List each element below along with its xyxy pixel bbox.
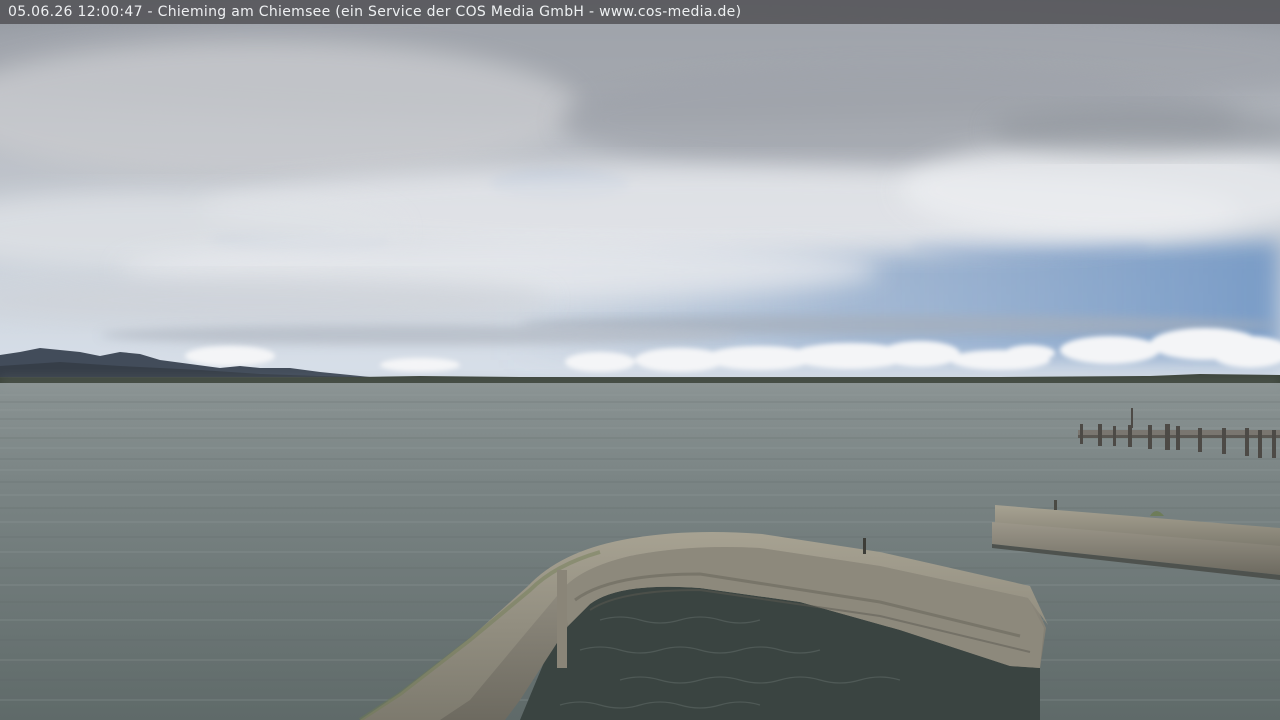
webcam-caption: 05.06.26 12:00:47 - Chieming am Chiemsee… xyxy=(8,4,742,20)
webcam-caption-bar: 05.06.26 12:00:47 - Chieming am Chiemsee… xyxy=(0,0,1280,24)
horizon-haze xyxy=(0,376,1280,390)
webcam-image: 05.06.26 12:00:47 - Chieming am Chiemsee… xyxy=(0,0,1280,720)
lake-scene xyxy=(0,0,1280,720)
